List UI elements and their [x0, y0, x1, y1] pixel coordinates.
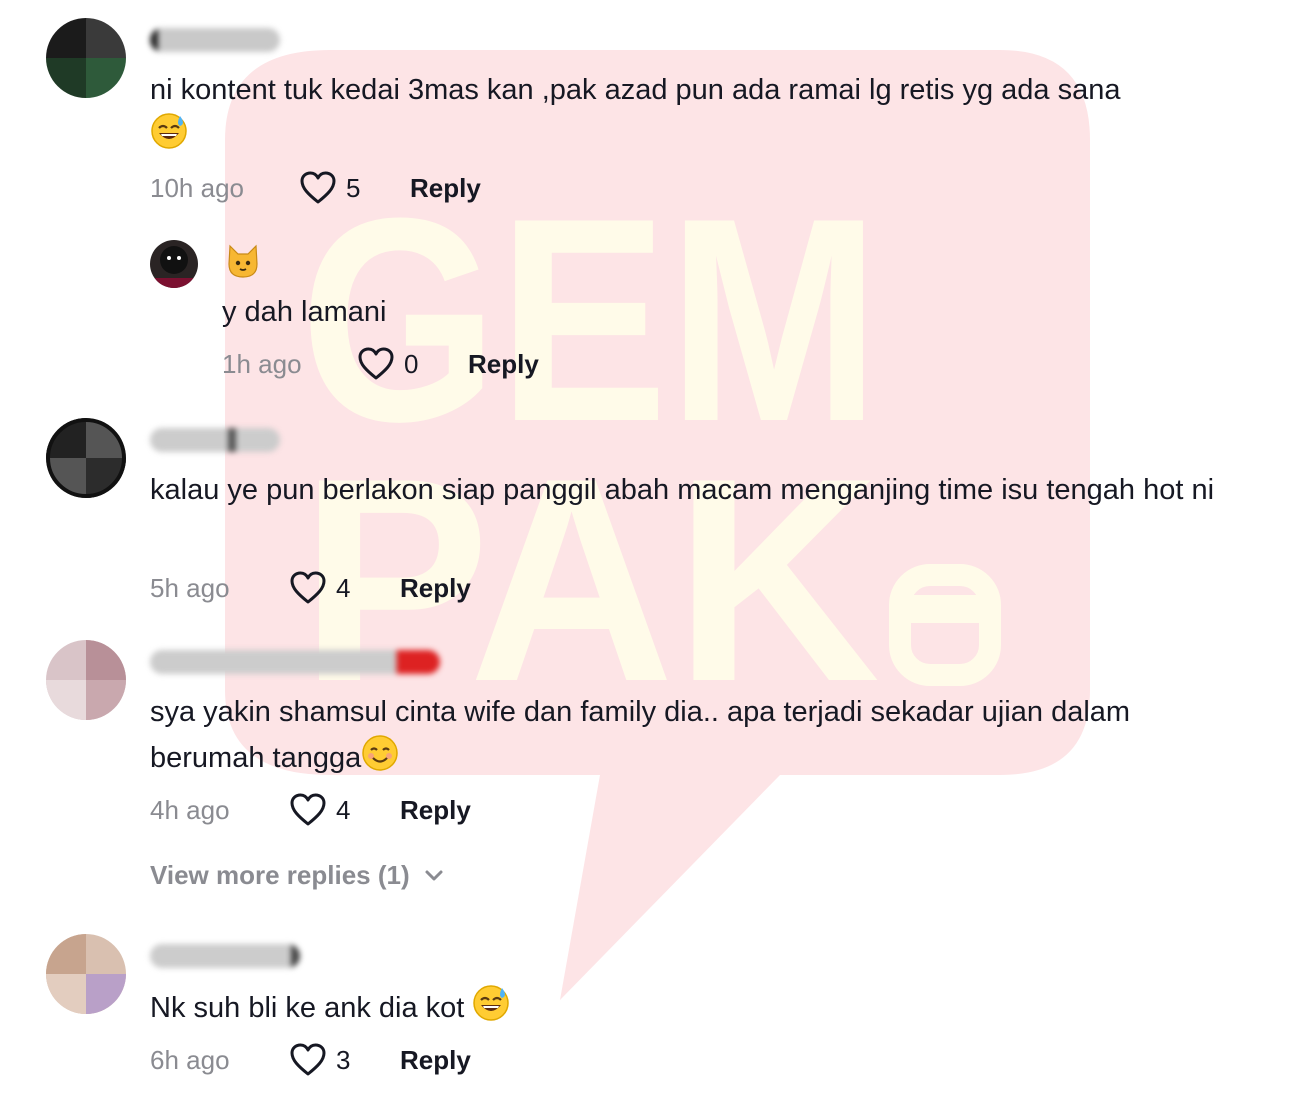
avatar[interactable]	[46, 640, 126, 720]
like-button[interactable]: 3	[290, 1043, 400, 1077]
comment-meta: 4h ago 4 Reply	[150, 790, 471, 830]
timestamp: 10h ago	[150, 172, 244, 203]
like-count: 4	[336, 572, 351, 603]
like-button[interactable]: 5	[300, 171, 410, 205]
like-button[interactable]: 4	[290, 793, 400, 827]
heart-icon	[358, 347, 394, 380]
cat-face-icon	[224, 242, 262, 285]
smiling-face-emoji	[361, 734, 399, 785]
view-more-label: View more replies (1)	[150, 860, 410, 890]
timestamp: 1h ago	[222, 348, 302, 379]
avatar[interactable]	[150, 240, 198, 288]
comment-text: kalau ye pun berlakon siap panggil abah …	[150, 474, 1215, 506]
reply-meta: 1h ago 0 Reply	[222, 344, 539, 384]
avatar[interactable]	[46, 418, 126, 498]
chevron-down-icon	[425, 870, 443, 880]
sweat-smile-emoji	[472, 984, 510, 1035]
reply-button[interactable]: Reply	[410, 173, 481, 204]
timestamp: 6h ago	[150, 1044, 230, 1075]
timestamp: 5h ago	[150, 572, 230, 603]
like-count: 5	[346, 172, 361, 203]
comment-meta: 10h ago 5 Reply	[150, 168, 481, 208]
heart-icon	[300, 171, 336, 204]
view-more-replies-button[interactable]: View more replies (1)	[150, 860, 444, 891]
reply-button[interactable]: Reply	[400, 573, 471, 604]
username-redacted[interactable]	[150, 944, 300, 968]
heart-icon	[290, 571, 326, 604]
like-button[interactable]: 4	[290, 571, 400, 605]
reply-button[interactable]: Reply	[400, 1045, 471, 1076]
like-count: 4	[336, 794, 351, 825]
comment-text: ni kontent tuk kedai 3mas kan ,pak azad …	[150, 68, 1230, 163]
sweat-smile-emoji	[150, 112, 188, 163]
username-redacted[interactable]	[150, 428, 280, 452]
username-redacted[interactable]	[150, 650, 440, 674]
timestamp: 4h ago	[150, 794, 230, 825]
comment-list: ni kontent tuk kedai 3mas kan ,pak azad …	[0, 0, 1314, 1094]
heart-icon	[290, 793, 326, 826]
comment-text: Nk suh bli ke ank dia kot	[150, 984, 1230, 1035]
like-count: 0	[404, 348, 419, 379]
comment-text: sya yakin shamsul cinta wife dan family …	[150, 690, 1230, 785]
comment-meta: 5h ago 4 Reply	[150, 568, 471, 608]
reply-text: y dah lamani	[222, 296, 387, 328]
heart-icon	[290, 1043, 326, 1076]
comment-meta: 6h ago 3 Reply	[150, 1040, 471, 1080]
avatar[interactable]	[46, 934, 126, 1014]
like-count: 3	[336, 1044, 351, 1075]
reply-button[interactable]: Reply	[400, 795, 471, 826]
like-button[interactable]: 0	[358, 347, 468, 381]
avatar[interactable]	[46, 18, 126, 98]
reply-button[interactable]: Reply	[468, 349, 539, 380]
username-redacted[interactable]	[150, 28, 280, 52]
